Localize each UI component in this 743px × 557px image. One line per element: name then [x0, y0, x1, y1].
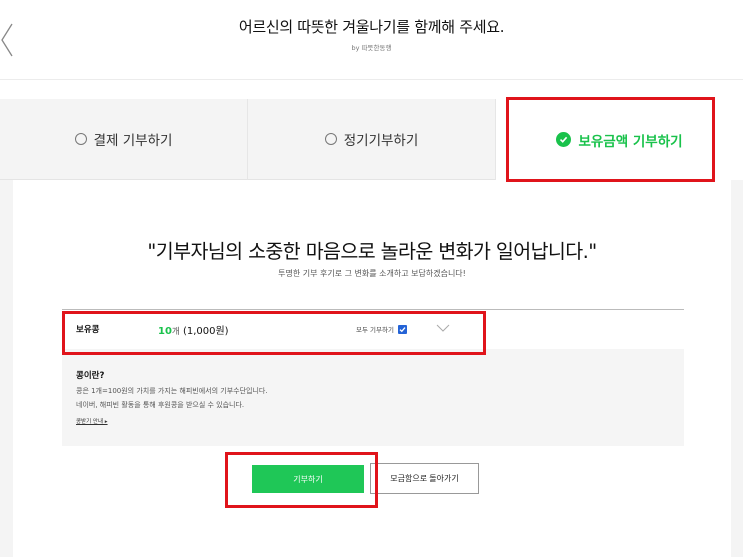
chevron-down-icon[interactable] — [436, 323, 450, 333]
checkbox-icon[interactable] — [397, 324, 407, 334]
bean-info-line: 네이버, 해피빈 활동을 통해 후원콩을 받으실 수 있습니다. — [76, 401, 245, 409]
bean-description: 콩이란? 콩은 1개=100원의 가치를 가지는 해피빈에서의 기부수단입니다.… — [62, 349, 684, 446]
radio-icon — [74, 133, 87, 145]
tab-label: 정기기부하기 — [343, 133, 419, 149]
bean-info-line: 콩은 1개=100원의 가치를 가지는 해피빈에서의 기부수단입니다. — [76, 387, 268, 395]
header: 어르신의 따뜻한 겨울나기를 함께해 주세요. by 따뜻한동행 — [0, 0, 743, 80]
sub-headline: 투명한 기부 후기로 그 변화를 소개하고 보답하겠습니다! — [278, 269, 466, 278]
bean-won-amount: (1,000원) — [182, 326, 229, 337]
donate-all-label: 모두 기부하기 — [356, 326, 394, 334]
page-title: 어르신의 따뜻한 겨울나기를 함께해 주세요. — [238, 18, 505, 36]
bean-amount: 10개 (1,000원) — [158, 322, 229, 337]
back-to-fundraiser-button[interactable]: 모금함으로 돌아가기 — [370, 463, 479, 494]
bean-section: 보유콩 10개 (1,000원) 모두 기부하기 콩이란? 콩은 1개=100원… — [62, 309, 684, 446]
check-circle-icon — [556, 132, 572, 147]
bean-count-unit: 개 — [171, 327, 180, 337]
radio-icon — [324, 133, 337, 145]
bean-label: 보유콩 — [76, 325, 100, 335]
donation-page: 어르신의 따뜻한 겨울나기를 함께해 주세요. by 따뜻한동행 결제 기부하기… — [0, 0, 743, 557]
tab-label: 보유금액 기부하기 — [578, 133, 683, 150]
tab-regular-donation[interactable]: 정기기부하기 — [247, 99, 495, 180]
tab-label: 결제 기부하기 — [93, 133, 173, 149]
headline: "기부자님의 소중한 마음으로 놀라운 변화가 일어납니다." — [147, 240, 597, 263]
donation-tabs: 결제 기부하기 정기기부하기 보유금액 기부하기 — [0, 99, 743, 180]
bean-guide-link[interactable]: 콩받기 안내 ▸ — [76, 417, 108, 425]
donate-button[interactable]: 기부하기 — [252, 465, 364, 493]
bean-info-title: 콩이란? — [76, 371, 105, 381]
tab-payment-donation[interactable]: 결제 기부하기 — [0, 99, 247, 180]
bean-balance-row: 보유콩 10개 (1,000원) 모두 기부하기 — [62, 310, 684, 349]
donate-all-toggle[interactable]: 모두 기부하기 — [356, 324, 407, 334]
page-subtitle: by 따뜻한동행 — [351, 44, 392, 52]
tab-balance-donation[interactable]: 보유금액 기부하기 — [495, 99, 743, 180]
bean-count: 10 — [158, 326, 172, 337]
